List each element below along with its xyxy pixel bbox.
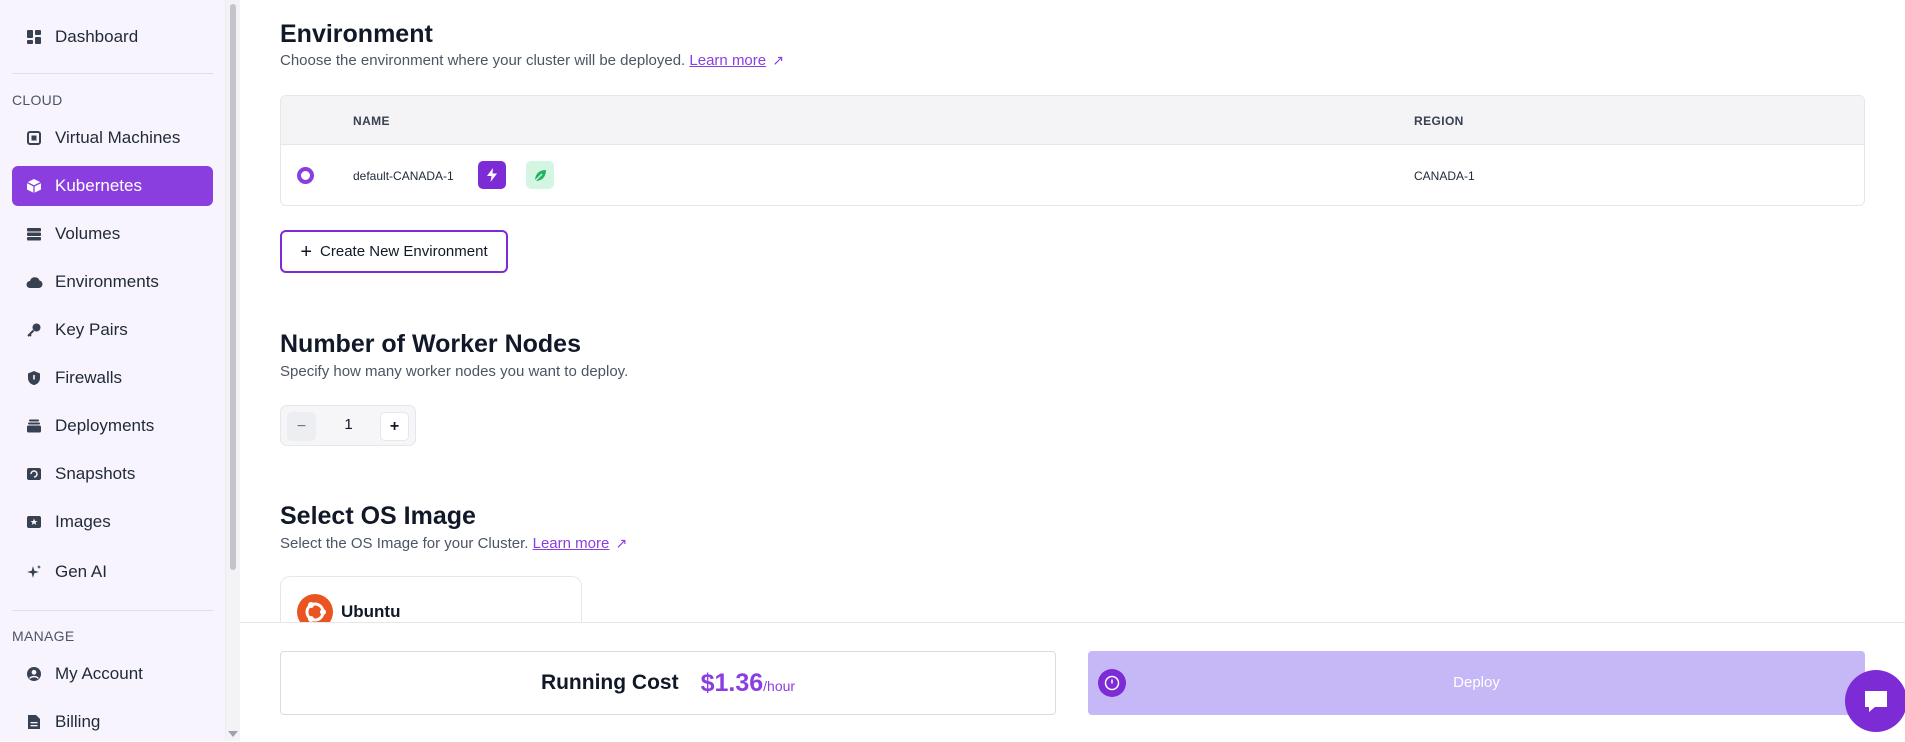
sidebar-item-label: Volumes xyxy=(55,224,121,243)
sidebar-item-gen-ai[interactable]: Gen AI xyxy=(12,552,213,592)
sidebar-item-environments[interactable]: Environments xyxy=(12,262,213,302)
environment-region: CANADA-1 xyxy=(1414,169,1475,183)
create-new-environment-label: Create New Environment xyxy=(320,243,488,260)
document-icon xyxy=(25,713,43,731)
chat-support-button[interactable] xyxy=(1845,670,1905,732)
section-label-manage: MANAGE xyxy=(12,628,75,644)
table-header: NAME REGION xyxy=(281,96,1864,145)
sidebar-item-label: Deployments xyxy=(55,416,155,435)
plus-icon: + xyxy=(300,240,313,263)
sidebar-scroll-thumb[interactable] xyxy=(230,4,236,570)
sidebar-item-label: Images xyxy=(55,512,111,531)
environment-description: Choose the environment where your cluste… xyxy=(280,52,784,69)
sidebar-item-kubernetes[interactable]: Kubernetes xyxy=(12,166,213,206)
cpu-icon xyxy=(25,129,43,147)
sidebar-item-virtual-machines[interactable]: Virtual Machines xyxy=(12,118,213,158)
external-link-icon: ↗ xyxy=(615,535,628,551)
os-image-title: Select OS Image xyxy=(280,502,476,530)
user-circle-icon xyxy=(25,665,43,683)
section-label-cloud: CLOUD xyxy=(12,92,63,108)
os-image-learn-more-link[interactable]: Learn more xyxy=(533,535,610,552)
cube-icon xyxy=(25,177,43,195)
sidebar-item-label: My Account xyxy=(55,664,143,683)
worker-nodes-title: Number of Worker Nodes xyxy=(280,330,581,358)
image-icon xyxy=(25,513,43,531)
running-cost-amount: $1.36/hour xyxy=(701,669,795,698)
sidebar-item-deployments[interactable]: Deployments xyxy=(12,406,213,446)
snapshot-icon xyxy=(25,465,43,483)
environment-learn-more-link[interactable]: Learn more xyxy=(689,52,766,69)
running-cost-value: $1.36 xyxy=(700,668,764,697)
dashboard-icon xyxy=(25,28,43,46)
deploy-label: Deploy xyxy=(1453,674,1500,691)
os-image-label: Ubuntu xyxy=(341,602,401,621)
sidebar-item-billing[interactable]: Billing xyxy=(12,702,213,742)
shield-icon xyxy=(25,369,43,387)
environment-table: NAME REGION default-CANADA-1 CANADA-1 xyxy=(280,95,1865,206)
divider xyxy=(12,73,213,74)
database-icon xyxy=(25,225,43,243)
sidebar-item-firewalls[interactable]: Firewalls xyxy=(12,358,213,398)
sidebar-item-label: Kubernetes xyxy=(55,176,142,195)
divider xyxy=(12,610,213,611)
external-link-icon: ↗ xyxy=(772,52,785,68)
decrement-button[interactable]: − xyxy=(287,412,316,441)
increment-button[interactable]: + xyxy=(380,412,409,441)
key-icon xyxy=(25,321,43,339)
environment-description-text: Choose the environment where your cluste… xyxy=(280,52,686,69)
stack-icon xyxy=(25,417,43,435)
sidebar-item-label: Dashboard xyxy=(55,27,139,46)
sidebar-item-label: Firewalls xyxy=(55,368,123,387)
running-cost-unit: /hour xyxy=(763,677,796,694)
cloud-icon xyxy=(25,273,43,291)
sidebar-item-label: Gen AI xyxy=(55,562,107,581)
os-image-description: Select the OS Image for your Cluster. Le… xyxy=(280,535,627,552)
environment-name: default-CANADA-1 xyxy=(353,169,454,183)
running-cost-label: Running Cost xyxy=(540,671,679,694)
chat-icon xyxy=(1865,691,1887,712)
table-row[interactable]: default-CANADA-1 CANADA-1 xyxy=(281,145,1864,205)
sidebar-item-label: Snapshots xyxy=(55,464,136,483)
column-header-name: NAME xyxy=(353,114,390,128)
sidebar-item-dashboard[interactable]: Dashboard xyxy=(12,17,213,57)
sidebar-item-label: Virtual Machines xyxy=(55,128,181,147)
column-header-region: REGION xyxy=(1414,114,1464,128)
sidebar-item-label: Billing xyxy=(55,712,101,731)
sidebar-item-label: Environments xyxy=(55,272,159,291)
lightning-icon xyxy=(478,161,506,189)
sidebar: Dashboard CLOUD Virtual Machines Kuberne… xyxy=(0,0,226,741)
sidebar-item-images[interactable]: Images xyxy=(12,502,213,542)
deploy-button[interactable]: Deploy xyxy=(1088,651,1865,715)
scroll-down-arrow-icon[interactable] xyxy=(228,731,238,737)
sidebar-item-my-account[interactable]: My Account xyxy=(12,654,213,694)
environment-radio[interactable] xyxy=(297,167,314,184)
sidebar-item-snapshots[interactable]: Snapshots xyxy=(12,454,213,494)
sidebar-item-label: Key Pairs xyxy=(55,320,128,339)
worker-count-value[interactable]: 1 xyxy=(326,416,371,433)
running-cost-box: Running Cost $1.36/hour xyxy=(280,651,1056,715)
worker-nodes-stepper: − 1 + xyxy=(280,405,416,446)
sparkle-icon xyxy=(25,563,43,581)
os-image-description-text: Select the OS Image for your Cluster. xyxy=(280,535,529,552)
environment-title: Environment xyxy=(280,20,433,48)
create-new-environment-button[interactable]: + Create New Environment xyxy=(280,230,508,273)
worker-nodes-description: Specify how many worker nodes you want t… xyxy=(280,363,629,380)
leaf-icon xyxy=(526,161,554,189)
sidebar-item-key-pairs[interactable]: Key Pairs xyxy=(12,310,213,350)
sidebar-item-volumes[interactable]: Volumes xyxy=(12,214,213,254)
